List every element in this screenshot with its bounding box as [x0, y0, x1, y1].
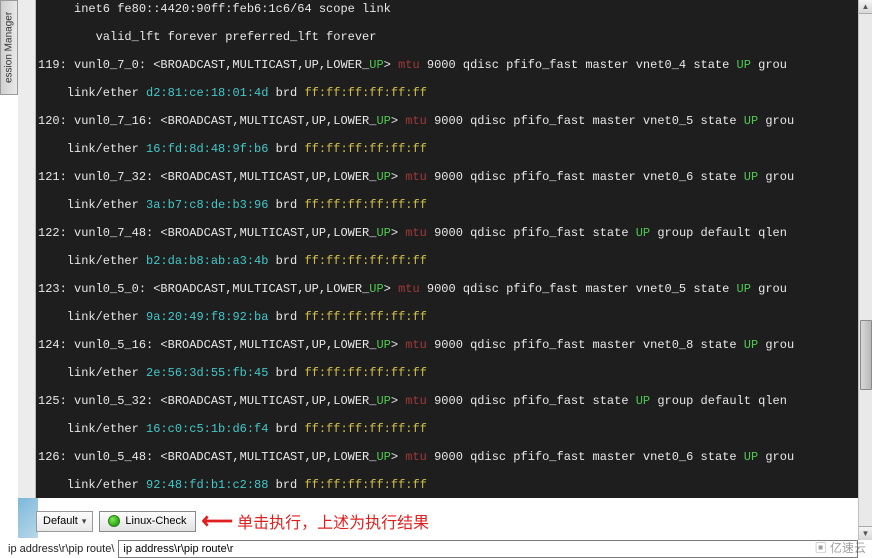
terminal-line: link/ether d2:81:ce:18:01:4d brd ff:ff:f…: [38, 86, 872, 100]
terminal-line: 122: vunl0_7_48: <BROADCAST,MULTICAST,UP…: [38, 226, 872, 240]
command-bar: ip address\r\pip route\: [8, 540, 858, 558]
dropdown-label: Default: [43, 515, 78, 527]
terminal-line: 121: vunl0_7_32: <BROADCAST,MULTICAST,UP…: [38, 170, 872, 184]
status-dot-icon: [108, 515, 120, 527]
terminal-line: 125: vunl0_5_32: <BROADCAST,MULTICAST,UP…: [38, 394, 872, 408]
terminal-line: link/ether 16:c0:c5:1b:d6:f4 brd ff:ff:f…: [38, 422, 872, 436]
terminal-line: valid_lft forever preferred_lft forever: [38, 30, 872, 44]
left-gutter: [18, 0, 36, 498]
terminal-output[interactable]: inet6 fe80::4420:90ff:feb6:1c6/64 scope …: [36, 0, 872, 498]
button-label: Linux-Check: [125, 515, 186, 527]
scroll-up-button[interactable]: ▲: [859, 0, 872, 14]
terminal-line: link/ether 16:fd:8d:48:9f:b6 brd ff:ff:f…: [38, 142, 872, 156]
terminal-line: link/ether b2:da:b8:ab:a3:4b brd ff:ff:f…: [38, 254, 872, 268]
terminal-line: 120: vunl0_7_16: <BROADCAST,MULTICAST,UP…: [38, 114, 872, 128]
session-manager-label: ession Manager: [4, 12, 15, 83]
terminal-line: 126: vunl0_5_48: <BROADCAST,MULTICAST,UP…: [38, 450, 872, 464]
terminal-line: 124: vunl0_5_16: <BROADCAST,MULTICAST,UP…: [38, 338, 872, 352]
terminal-line: inet6 fe80::4420:90ff:feb6:1c6/64 scope …: [38, 2, 872, 16]
terminal-line: 123: vunl0_5_0: <BROADCAST,MULTICAST,UP,…: [38, 282, 872, 296]
terminal-line: 119: vunl0_7_0: <BROADCAST,MULTICAST,UP,…: [38, 58, 872, 72]
command-input[interactable]: [118, 540, 858, 558]
scroll-down-button[interactable]: ▼: [859, 526, 872, 540]
terminal-line: link/ether 9a:20:49:f8:92:ba brd ff:ff:f…: [38, 310, 872, 324]
arrow-annotation-icon: ⟵: [202, 508, 232, 534]
vertical-scrollbar[interactable]: ▲ ▼: [858, 0, 872, 540]
scrollbar-thumb[interactable]: [860, 320, 872, 390]
macro-toolbar: Default ▾ Linux-Check ⟵ 单击执行，上述为执行结果: [36, 510, 858, 532]
session-manager-tab[interactable]: ession Manager: [0, 0, 18, 95]
command-label: ip address\r\pip route\: [8, 543, 118, 555]
watermark: ▣ 亿速云: [815, 539, 866, 556]
terminal-line: link/ether 92:48:fd:b1:c2:88 brd ff:ff:f…: [38, 478, 872, 492]
macro-group-dropdown[interactable]: Default ▾: [36, 511, 93, 532]
annotation-text: 单击执行，上述为执行结果: [237, 509, 429, 533]
chevron-down-icon: ▾: [82, 516, 87, 527]
terminal-line: link/ether 2e:56:3d:55:fb:45 brd ff:ff:f…: [38, 366, 872, 380]
linux-check-button[interactable]: Linux-Check: [99, 511, 195, 532]
background-decoration: [18, 498, 38, 538]
terminal-line: link/ether 3a:b7:c8:de:b3:96 brd ff:ff:f…: [38, 198, 872, 212]
